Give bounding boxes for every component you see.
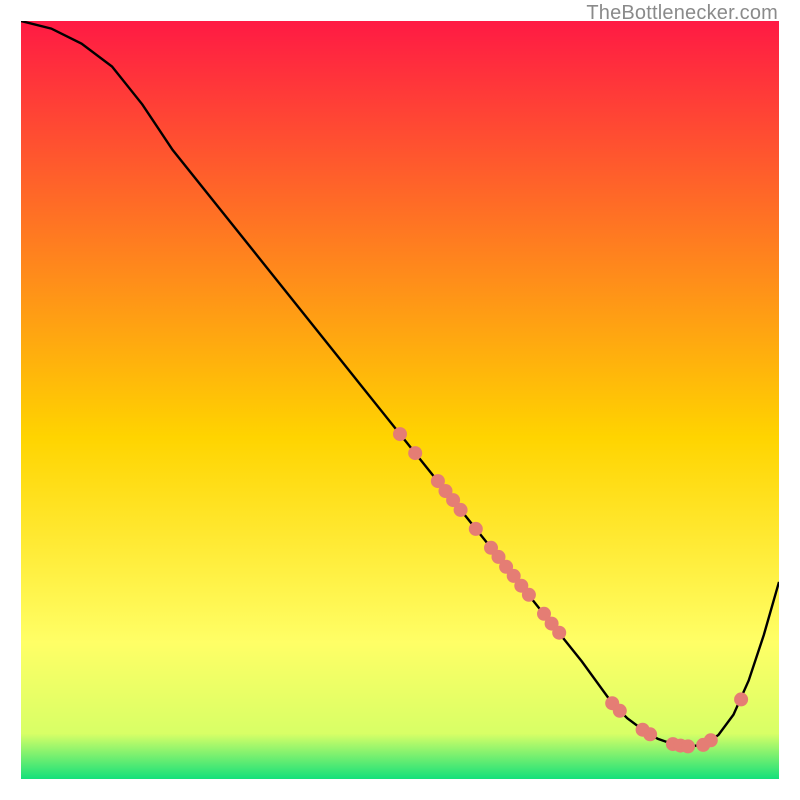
scatter-dot — [613, 704, 627, 718]
chart-stage: TheBottlenecker.com — [0, 0, 800, 800]
scatter-dot — [454, 503, 468, 517]
scatter-dot — [704, 733, 718, 747]
scatter-dot — [552, 626, 566, 640]
scatter-dot — [734, 692, 748, 706]
chart-background — [21, 21, 779, 779]
scatter-dot — [522, 588, 536, 602]
scatter-dot — [408, 446, 422, 460]
chart-plot — [21, 21, 779, 779]
scatter-dot — [681, 739, 695, 753]
scatter-dot — [643, 727, 657, 741]
watermark-text: TheBottlenecker.com — [586, 2, 778, 25]
scatter-dot — [469, 522, 483, 536]
scatter-dot — [393, 427, 407, 441]
chart-svg — [21, 21, 779, 779]
